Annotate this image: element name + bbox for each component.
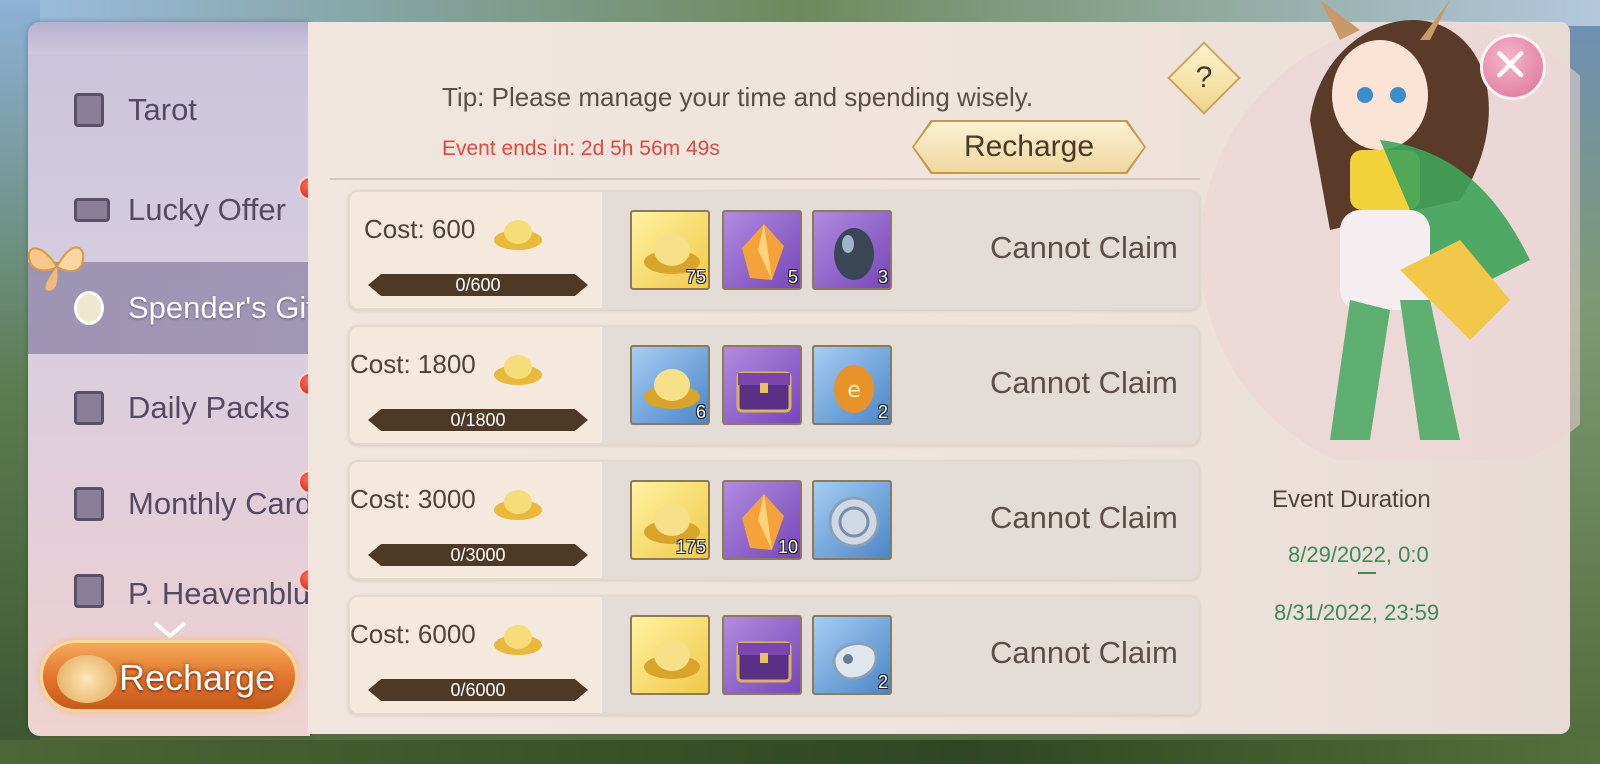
- rune-stone-icon: e: [834, 365, 874, 413]
- nav-item-p-heavenblue[interactable]: P. Heavenblue: [28, 554, 310, 614]
- butterfly-icon: [27, 246, 85, 291]
- item-count: 5: [787, 267, 798, 287]
- ingot-icon: [494, 625, 542, 655]
- claim-status: Cannot Claim: [990, 230, 1178, 265]
- duration-start: 8/29/2022, 0:0: [1288, 542, 1429, 567]
- cost-label: Cost: 3000: [350, 484, 476, 514]
- cost-label: Cost: 6000: [350, 619, 476, 649]
- ingot-icon: [644, 369, 700, 409]
- reward-item[interactable]: 75: [630, 210, 710, 290]
- close-button[interactable]: [1480, 34, 1546, 100]
- duration-title: Event Duration: [1272, 486, 1431, 513]
- cost-area: Cost: 6000 0/6000: [350, 597, 602, 713]
- reward-item[interactable]: 6: [630, 345, 710, 425]
- progress-bar: 0/600: [368, 274, 588, 296]
- item-count: 75: [685, 267, 706, 287]
- reward-row: Cost: 600 0/600 75 5 3 Cannot Claim: [348, 190, 1200, 310]
- nav-item-daily-packs[interactable]: Daily Packs: [28, 362, 310, 454]
- item-count: 2: [877, 672, 888, 692]
- reward-item[interactable]: 5: [722, 210, 802, 290]
- nav-frame-top: [28, 22, 310, 54]
- chest-icon: [736, 371, 792, 413]
- nav-item-tarot[interactable]: Tarot: [28, 64, 310, 156]
- reward-item[interactable]: 10: [722, 480, 802, 560]
- reward-item[interactable]: [630, 615, 710, 695]
- recharge-button[interactable]: Recharge: [914, 122, 1144, 172]
- item-count: 6: [695, 402, 706, 422]
- cost-area: Cost: 1800 0/1800: [350, 327, 602, 443]
- progress-bar: 0/6000: [368, 679, 588, 701]
- sidebar-recharge-button[interactable]: Recharge: [40, 640, 298, 712]
- reward-item[interactable]: 175: [630, 480, 710, 560]
- crystal-icon: [742, 224, 784, 280]
- cost-label: Cost: 1800: [350, 349, 476, 379]
- silver-coin-icon: [828, 496, 880, 548]
- ingot-icon: [494, 490, 542, 520]
- gift-box-icon: [74, 391, 104, 425]
- reward-item[interactable]: [722, 615, 802, 695]
- duration-end: 8/31/2022, 23:59: [1274, 600, 1440, 625]
- chest-icon: [736, 641, 792, 683]
- progress-text: 0/1800: [450, 409, 506, 430]
- claim-status: Cannot Claim: [990, 635, 1178, 670]
- progress-bar: 0/3000: [368, 544, 588, 566]
- svg-text:e: e: [847, 378, 861, 403]
- shield-icon: [74, 574, 104, 608]
- nav-item-label: Tarot: [128, 92, 197, 127]
- progress-text: 0/6000: [450, 679, 506, 700]
- claim-status: Cannot Claim: [990, 365, 1178, 400]
- progress-text: 0/600: [455, 274, 501, 295]
- cost-area: Cost: 3000 0/3000: [350, 462, 602, 578]
- reward-item[interactable]: e 2: [812, 345, 892, 425]
- ingot-icon: [494, 220, 542, 250]
- help-icon: ?: [1195, 61, 1213, 94]
- nav-item-label: Daily Packs: [128, 390, 290, 425]
- nav-item-label: P. Heavenblue: [128, 576, 310, 611]
- item-count: 3: [877, 267, 888, 287]
- progress-text: 0/3000: [450, 544, 506, 565]
- reward-item[interactable]: 3: [812, 210, 892, 290]
- card-icon: [74, 487, 104, 521]
- egg-icon: [834, 228, 874, 280]
- nav-item-label: Spender's Gift: [128, 290, 324, 325]
- nav-item-label: Monthly Card: [128, 486, 313, 521]
- skull-relic-icon: [832, 642, 878, 681]
- ingot-icon: [494, 355, 542, 385]
- recharge-button-label: Recharge: [963, 130, 1095, 163]
- item-count: 175: [675, 537, 706, 557]
- tarot-card-icon: [74, 93, 104, 127]
- header-divider: [330, 178, 1200, 180]
- reward-item[interactable]: [812, 480, 892, 560]
- cost-area: Cost: 600 0/600: [350, 192, 602, 308]
- close-icon: [1497, 51, 1524, 78]
- nav-item-label: Lucky Offer: [128, 192, 286, 227]
- reward-row: Cost: 3000 0/3000 175 10 Cannot Claim: [348, 460, 1200, 580]
- nav-item-monthly-card[interactable]: Monthly Card: [28, 458, 313, 550]
- item-count: 10: [777, 537, 798, 557]
- cost-label: Cost: 600: [364, 214, 476, 244]
- reward-row: Cost: 6000 0/6000 2 Cannot Claim: [348, 595, 1200, 715]
- duration-separator: [1358, 572, 1376, 574]
- ticket-icon: [74, 198, 110, 222]
- reward-item[interactable]: 2: [812, 615, 892, 695]
- item-count: 2: [877, 402, 888, 422]
- background-scenery-bottom: [0, 740, 1600, 764]
- ingot-stack-icon: [57, 655, 117, 703]
- tip-text: Tip: Please manage your time and spendin…: [442, 82, 1034, 112]
- reward-item[interactable]: [722, 345, 802, 425]
- sidebar-recharge-label: Recharge: [119, 657, 276, 698]
- progress-bar: 0/1800: [368, 409, 588, 431]
- chevron-down-icon[interactable]: [153, 620, 187, 640]
- claim-status: Cannot Claim: [990, 500, 1178, 535]
- ingot-icon: [644, 639, 700, 679]
- event-countdown: Event ends in: 2d 5h 56m 49s: [442, 137, 720, 160]
- reward-row: Cost: 1800 0/1800 6 e 2 Cannot Claim: [348, 325, 1200, 445]
